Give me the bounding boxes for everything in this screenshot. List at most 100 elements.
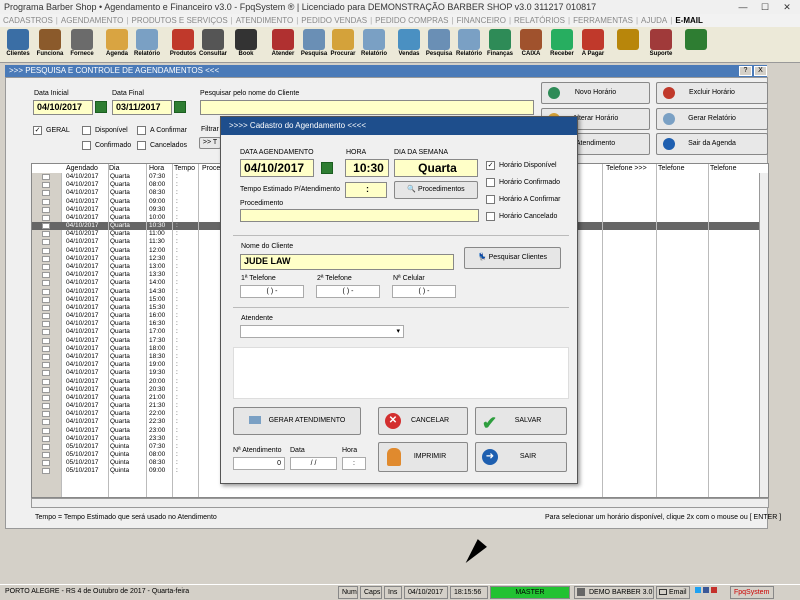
menu-item-10[interactable]: E-MAIL	[672, 16, 706, 25]
toolbar-button-19[interactable]	[612, 29, 644, 61]
twitter-icon[interactable]	[695, 587, 701, 593]
toolbar-button-13[interactable]: Pesquisa	[423, 29, 455, 61]
salvar-button[interactable]: ✔ SALVAR	[475, 407, 567, 435]
status-checkbox-3[interactable]	[486, 212, 495, 221]
menu-item-0[interactable]: CADASTROS	[0, 16, 56, 25]
row-checkbox[interactable]	[42, 190, 50, 197]
pesquisar-cliente-input[interactable]	[200, 100, 534, 115]
menu-item-6[interactable]: FINANCEIRO	[454, 16, 509, 25]
filter-checkbox-1[interactable]	[82, 126, 91, 135]
row-checkbox[interactable]	[42, 353, 50, 360]
row-checkbox[interactable]	[42, 435, 50, 442]
row-checkbox[interactable]	[42, 296, 50, 303]
toolbar-button-6[interactable]: Consultar	[197, 29, 229, 61]
row-checkbox[interactable]	[42, 443, 50, 450]
toolbar-button-1[interactable]: Funciona	[34, 29, 66, 61]
toolbar-button-7[interactable]: Book	[230, 29, 262, 61]
menu-item-9[interactable]: AJUDA	[638, 16, 670, 25]
grid-col-header-0[interactable]: Agendado	[66, 164, 98, 173]
imprimir-button[interactable]: IMPRIMIR	[378, 442, 468, 472]
row-checkbox[interactable]	[42, 460, 50, 467]
status-email[interactable]: Email	[656, 586, 690, 599]
toolbar-button-10[interactable]: Procurar	[327, 29, 359, 61]
filtrar-button[interactable]: >> T	[199, 137, 221, 149]
row-checkbox[interactable]	[42, 288, 50, 295]
grid-col-header-6[interactable]: Telefone	[658, 164, 684, 173]
filter-checkbox-4[interactable]	[137, 141, 146, 150]
toolbar-button-11[interactable]: Relatório	[358, 29, 390, 61]
menu-item-8[interactable]: FERRAMENTAS	[570, 16, 636, 25]
status-checkbox-2[interactable]	[486, 195, 495, 204]
menu-item-3[interactable]: ATENDIMENTO	[233, 16, 296, 25]
row-checkbox[interactable]	[42, 378, 50, 385]
row-checkbox[interactable]	[42, 247, 50, 254]
close-window-button[interactable]: ✕	[776, 1, 798, 13]
row-checkbox[interactable]	[42, 411, 50, 418]
observacoes-area[interactable]	[233, 347, 569, 399]
procedimentos-button[interactable]: 🔍 Procedimentos	[394, 181, 478, 199]
calendar-icon[interactable]	[95, 101, 107, 113]
action-button-3[interactable]: Gerar Relatório	[656, 108, 768, 130]
calendar-icon[interactable]	[321, 162, 333, 174]
row-checkbox[interactable]	[42, 313, 50, 320]
menu-item-2[interactable]: PRODUTOS E SERVIÇOS	[128, 16, 230, 25]
toolbar-button-20[interactable]: Suporte	[645, 29, 677, 61]
filter-checkbox-0[interactable]: ✓	[33, 126, 42, 135]
toolbar-button-8[interactable]: Atender	[267, 29, 299, 61]
row-checkbox[interactable]	[42, 419, 50, 426]
tempo-estimado-input[interactable]: :	[345, 182, 387, 198]
row-checkbox[interactable]	[42, 280, 50, 287]
row-checkbox[interactable]	[42, 198, 50, 205]
row-checkbox[interactable]	[42, 223, 50, 230]
toolbar-button-14[interactable]: Relatório	[453, 29, 485, 61]
row-checkbox[interactable]	[42, 394, 50, 401]
grid-hscrollbar[interactable]	[31, 498, 769, 508]
toolbar-button-16[interactable]: CAIXA	[515, 29, 547, 61]
toolbar-button-9[interactable]: Pesquisa	[298, 29, 330, 61]
grid-col-header-1[interactable]: Dia	[109, 164, 120, 173]
row-checkbox[interactable]	[42, 239, 50, 246]
menu-item-5[interactable]: PEDIDO COMPRAS	[372, 16, 451, 25]
grid-col-header-7[interactable]: Telefone	[710, 164, 736, 173]
action-button-0[interactable]: Novo Horário	[541, 82, 650, 104]
grid-col-header-3[interactable]: Tempo	[174, 164, 195, 173]
menu-item-4[interactable]: PEDIDO VENDAS	[298, 16, 370, 25]
toolbar-button-3[interactable]: Agenda	[101, 29, 133, 61]
calendar-icon[interactable]	[174, 101, 186, 113]
toolbar-button-4[interactable]: Relatório	[131, 29, 163, 61]
data-agendamento-input[interactable]: 04/10/2017	[240, 159, 314, 177]
maximize-button[interactable]: ☐	[754, 1, 776, 13]
row-checkbox[interactable]	[42, 255, 50, 262]
pesquisar-clientes-button[interactable]: 💺 Pesquisar Clientes	[464, 247, 561, 269]
toolbar-button-17[interactable]: Receber	[546, 29, 578, 61]
row-checkbox[interactable]	[42, 468, 50, 475]
menu-item-1[interactable]: AGENDAMENTO	[58, 16, 127, 25]
row-checkbox[interactable]	[42, 321, 50, 328]
row-checkbox[interactable]	[42, 452, 50, 459]
youtube-icon[interactable]	[711, 587, 717, 593]
action-button-5[interactable]: Sair da Agenda	[656, 133, 768, 155]
grid-col-header-5[interactable]: Telefone >>>	[606, 164, 647, 173]
status-checkbox-0[interactable]: ✓	[486, 161, 495, 170]
tel1-input[interactable]: ( ) -	[240, 285, 304, 298]
atendente-select[interactable]: ▾	[240, 325, 404, 338]
data-final-input[interactable]: 03/11/2017	[112, 100, 172, 115]
row-checkbox[interactable]	[42, 345, 50, 352]
toolbar-button-5[interactable]: Produtos	[167, 29, 199, 61]
row-checkbox[interactable]	[42, 403, 50, 410]
toolbar-button-2[interactable]: Fornece	[66, 29, 98, 61]
filter-checkbox-2[interactable]	[137, 126, 146, 135]
grid-vscrollbar[interactable]	[759, 173, 768, 497]
row-checkbox[interactable]	[42, 386, 50, 393]
toolbar-button-15[interactable]: Finanças	[484, 29, 516, 61]
data-inicial-input[interactable]: 04/10/2017	[33, 100, 93, 115]
row-checkbox[interactable]	[42, 329, 50, 336]
row-checkbox[interactable]	[42, 272, 50, 279]
toolbar-button-0[interactable]: Clientes	[2, 29, 34, 61]
row-checkbox[interactable]	[42, 362, 50, 369]
row-checkbox[interactable]	[42, 427, 50, 434]
sair-button[interactable]: ➜ SAIR	[475, 442, 567, 472]
celular-input[interactable]: ( ) -	[392, 285, 456, 298]
procedimento-input[interactable]	[240, 209, 479, 222]
status-checkbox-1[interactable]	[486, 178, 495, 187]
